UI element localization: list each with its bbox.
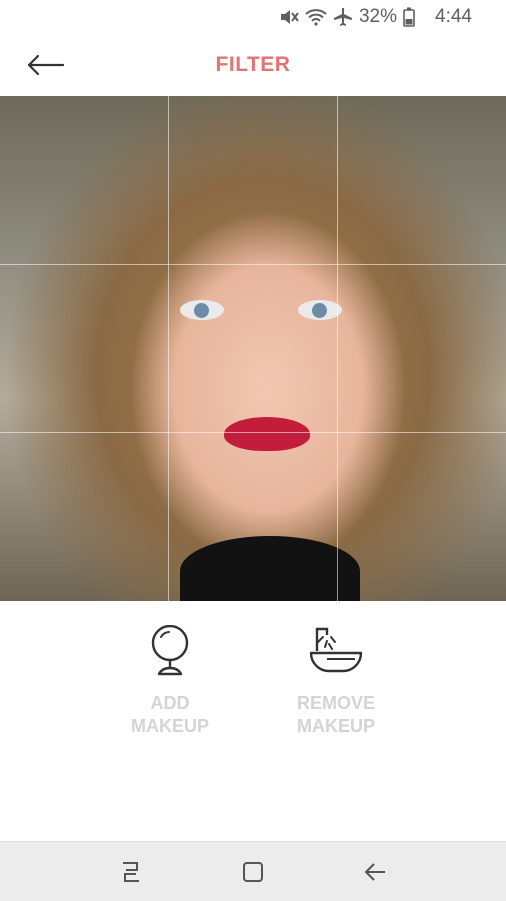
photo-preview[interactable] [0, 96, 506, 601]
grid-line-horizontal [0, 264, 506, 265]
battery-percent: 32% [358, 6, 398, 27]
add-makeup-label: ADD MAKEUP [130, 693, 209, 736]
back-icon [365, 863, 385, 881]
add-makeup-button[interactable]: ADD MAKEUP [100, 624, 240, 738]
home-icon [243, 862, 263, 882]
recents-icon [123, 862, 139, 882]
mute-icon [279, 8, 299, 26]
remove-makeup-label: REMOVE MAKEUP [296, 693, 375, 736]
photo-eye-left [180, 300, 224, 320]
home-button[interactable] [236, 857, 270, 887]
wifi-icon [305, 8, 327, 26]
status-bar: 32% 4:44 [0, 0, 506, 34]
photo-eye-right [298, 300, 342, 320]
sink-icon [309, 627, 363, 673]
app-bar: FILTER [0, 34, 506, 96]
recents-button[interactable] [114, 857, 148, 887]
grid-line-vertical [337, 96, 338, 601]
photo-shirt [180, 536, 360, 601]
photo-lips [224, 417, 310, 451]
system-nav-bar [0, 841, 506, 901]
page-title: FILTER [215, 53, 291, 76]
nav-back-button[interactable] [358, 857, 392, 887]
battery-icon [403, 7, 415, 27]
clock: 4:44 [435, 6, 472, 27]
airplane-icon [333, 7, 353, 27]
makeup-actions: ADD MAKEUP REMOVE MAKEUP [0, 601, 506, 841]
grid-line-vertical [168, 96, 169, 601]
mirror-icon [151, 624, 189, 676]
grid-line-horizontal [0, 432, 506, 433]
remove-makeup-button[interactable]: REMOVE MAKEUP [266, 625, 406, 738]
